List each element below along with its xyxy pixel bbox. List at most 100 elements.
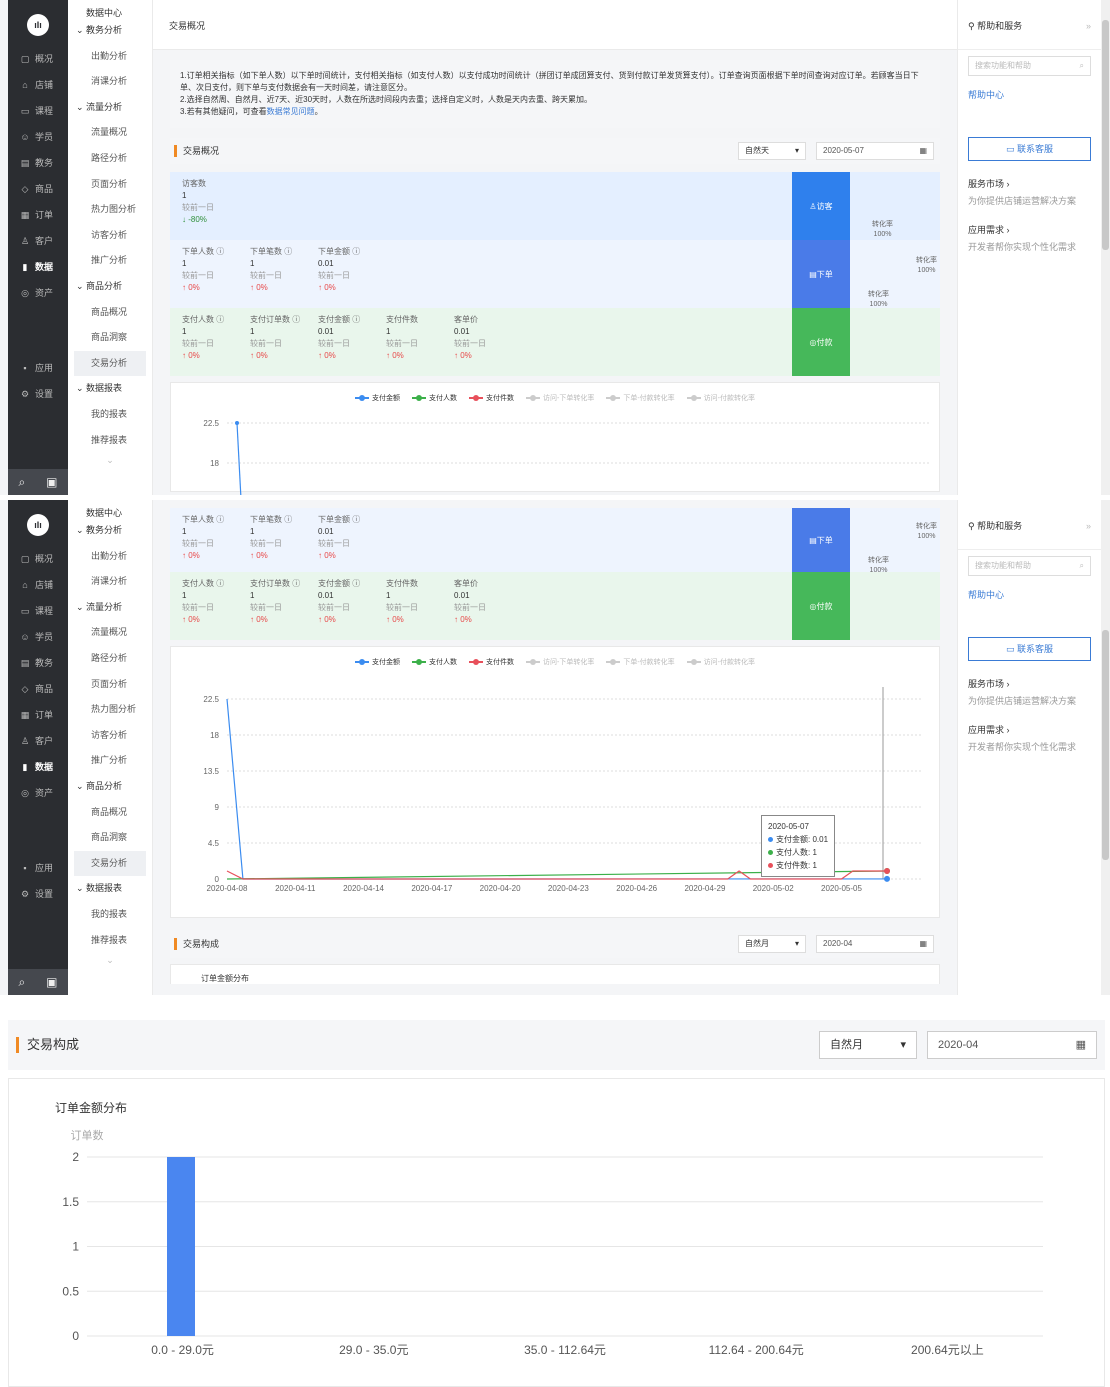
sub-nav-item[interactable]: 推广分析: [68, 248, 152, 274]
sub-nav-item[interactable]: ⌄ 数据报表: [68, 376, 152, 402]
nav-item-4[interactable]: ▤ 教务: [8, 650, 68, 676]
nav-item-0[interactable]: ▢ 概况: [8, 46, 68, 72]
sub-nav-item[interactable]: 路径分析: [68, 646, 152, 672]
sub-nav-item[interactable]: ⌄ 教务分析: [68, 18, 152, 44]
chevron-down-icon[interactable]: ⌄: [68, 455, 152, 466]
legend-item[interactable]: 下单-付款转化率: [606, 393, 675, 403]
sub-nav-item[interactable]: 流量概况: [68, 120, 152, 146]
sub-nav-item[interactable]: 交易分析: [74, 850, 146, 877]
sub-nav-item[interactable]: 商品概况: [68, 800, 152, 826]
help-center-link[interactable]: 帮助中心: [968, 588, 1091, 601]
date-picker[interactable]: 2020-05-07 ▦: [816, 142, 934, 160]
message-icon[interactable]: ▣: [46, 975, 57, 989]
app-demand-link[interactable]: 应用需求 ›: [968, 723, 1091, 736]
sub-nav-item[interactable]: 消课分析: [68, 569, 152, 595]
period-select[interactable]: 自然月 ▾: [738, 935, 806, 953]
legend-item[interactable]: 支付金额: [354, 393, 400, 403]
date-picker[interactable]: 2020-04 ▦: [927, 1031, 1097, 1059]
sub-nav-item[interactable]: 访客分析: [68, 223, 152, 249]
nav-item-1[interactable]: ⌂ 店铺: [8, 572, 68, 598]
legend-item[interactable]: 访问-下单转化率: [525, 657, 594, 667]
nav-item-2[interactable]: ▭ 课程: [8, 98, 68, 124]
period-select[interactable]: 自然天 ▾: [738, 142, 806, 160]
sub-nav-item[interactable]: 热力图分析: [68, 697, 152, 723]
nav-item-5[interactable]: ◇ 商品: [8, 676, 68, 702]
chevron-down-icon[interactable]: ⌄: [68, 955, 152, 966]
nav-extra-item-1[interactable]: ⚙ 设置: [8, 881, 68, 907]
nav-item-3[interactable]: ☺ 学员: [8, 624, 68, 650]
legend-item[interactable]: 支付金额: [354, 657, 400, 667]
nav-item-0[interactable]: ▢ 概况: [8, 546, 68, 572]
sub-nav-item[interactable]: 推荐报表: [68, 928, 152, 954]
nav-extra-item-1[interactable]: ⚙ 设置: [8, 381, 68, 407]
sub-nav-item[interactable]: 出勤分析: [68, 44, 152, 70]
help-search-input[interactable]: 搜索功能和帮助 ⌕: [968, 56, 1091, 76]
legend-item[interactable]: 支付人数: [411, 657, 457, 667]
sub-nav-item-label: 教务分析: [86, 25, 123, 35]
sub-nav-item[interactable]: 我的报表: [68, 902, 152, 928]
sub-nav-item[interactable]: 推荐报表: [68, 428, 152, 454]
faq-link[interactable]: 数据常见问题: [267, 107, 315, 116]
nav-extra-item-0[interactable]: ▪ 应用: [8, 855, 68, 881]
nav-extra-item-0[interactable]: ▪ 应用: [8, 355, 68, 381]
nav-item-7[interactable]: ♙ 客户: [8, 728, 68, 754]
sub-nav-item[interactable]: ⌄ 商品分析: [68, 774, 152, 800]
sub-nav-item[interactable]: ⌄ 商品分析: [68, 274, 152, 300]
nav-item-6[interactable]: ▦ 订单: [8, 202, 68, 228]
sub-nav-item[interactable]: 交易分析: [74, 350, 146, 377]
contact-support-button[interactable]: ▭ 联系客服: [968, 137, 1091, 161]
legend-item[interactable]: 支付人数: [411, 393, 457, 403]
legend-item[interactable]: 访问-付款转化率: [686, 657, 755, 667]
sub-nav-item[interactable]: 路径分析: [68, 146, 152, 172]
nav-item-4[interactable]: ▤ 教务: [8, 150, 68, 176]
nav-item-9[interactable]: ◎ 资产: [8, 280, 68, 306]
help-center-link[interactable]: 帮助中心: [968, 88, 1091, 101]
legend-item[interactable]: 访问-付款转化率: [686, 393, 755, 403]
legend-item[interactable]: 支付件数: [468, 657, 514, 667]
legend-item[interactable]: 访问-下单转化率: [525, 393, 594, 403]
scrollbar[interactable]: [1101, 500, 1110, 995]
order-amount-chart: 订单金额分布 订单数 0 0.5 1 1.5 2 0.0 - 29.0元 29.0 - 35.…: [8, 1078, 1105, 1387]
contact-support-button[interactable]: ▭ 联系客服: [968, 637, 1091, 661]
service-market-link[interactable]: 服务市场 ›: [968, 677, 1091, 690]
date-picker[interactable]: 2020-04 ▦: [816, 935, 934, 953]
sub-nav-item[interactable]: 我的报表: [68, 402, 152, 428]
sub-nav-item-label: 商品洞察: [91, 832, 128, 843]
collapse-icon[interactable]: »: [1086, 0, 1091, 49]
nav-item-8[interactable]: ▮ 数据: [8, 254, 68, 280]
sub-nav-item[interactable]: 流量概况: [68, 620, 152, 646]
sub-nav-item[interactable]: ⌄ 流量分析: [68, 95, 152, 121]
nav-item-9[interactable]: ◎ 资产: [8, 780, 68, 806]
service-market-link[interactable]: 服务市场 ›: [968, 177, 1091, 190]
legend-item[interactable]: 下单-付款转化率: [606, 657, 675, 667]
nav-item-8[interactable]: ▮ 数据: [8, 754, 68, 780]
sub-nav-item[interactable]: 页面分析: [68, 672, 152, 698]
sub-nav-item[interactable]: ⌄ 教务分析: [68, 518, 152, 544]
sub-nav-item[interactable]: 商品洞察: [68, 325, 152, 351]
sub-nav-item[interactable]: ⌄ 流量分析: [68, 595, 152, 621]
nav-item-1[interactable]: ⌂ 店铺: [8, 72, 68, 98]
nav-item-7[interactable]: ♙ 客户: [8, 228, 68, 254]
search-icon[interactable]: ⌕: [18, 475, 25, 490]
sub-nav-item[interactable]: 页面分析: [68, 172, 152, 198]
sub-nav-item[interactable]: 访客分析: [68, 723, 152, 749]
search-icon[interactable]: ⌕: [18, 975, 25, 990]
sub-nav-item[interactable]: ⌄ 数据报表: [68, 876, 152, 902]
sub-nav-item[interactable]: 推广分析: [68, 748, 152, 774]
sub-nav-item[interactable]: 商品概况: [68, 300, 152, 326]
collapse-icon[interactable]: »: [1086, 500, 1091, 549]
sub-nav-item[interactable]: 出勤分析: [68, 544, 152, 570]
nav-item-5[interactable]: ◇ 商品: [8, 176, 68, 202]
message-icon[interactable]: ▣: [46, 475, 57, 489]
scrollbar[interactable]: [1101, 0, 1110, 495]
help-search-input[interactable]: 搜索功能和帮助 ⌕: [968, 556, 1091, 576]
period-select[interactable]: 自然月 ▾: [819, 1031, 917, 1059]
nav-item-6[interactable]: ▦ 订单: [8, 702, 68, 728]
legend-item[interactable]: 支付件数: [468, 393, 514, 403]
sub-nav-item[interactable]: 商品洞察: [68, 825, 152, 851]
sub-nav-item[interactable]: 消课分析: [68, 69, 152, 95]
app-demand-link[interactable]: 应用需求 ›: [968, 223, 1091, 236]
nav-item-2[interactable]: ▭ 课程: [8, 598, 68, 624]
nav-item-3[interactable]: ☺ 学员: [8, 124, 68, 150]
sub-nav-item[interactable]: 热力图分析: [68, 197, 152, 223]
